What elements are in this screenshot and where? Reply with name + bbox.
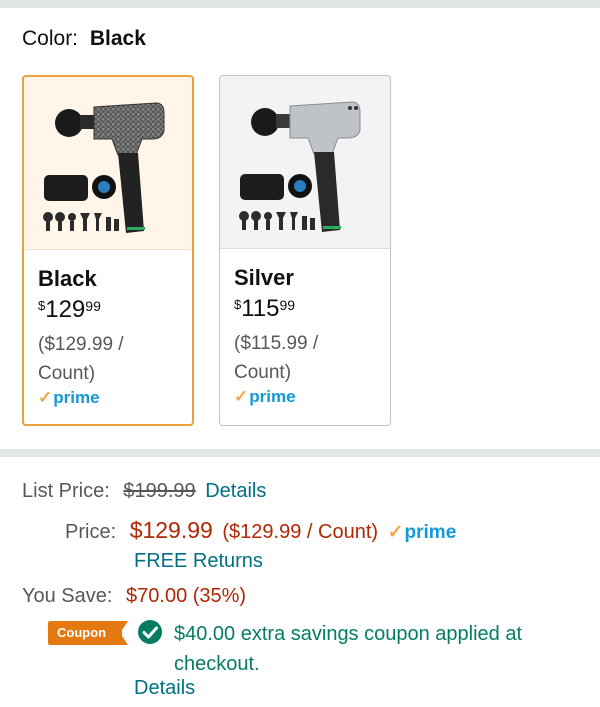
product-image-silver (220, 76, 390, 249)
free-returns-link[interactable]: FREE Returns (134, 550, 263, 573)
unit-price: ($129.99 / Count) (38, 330, 192, 388)
prime-badge: ✓prime (388, 522, 457, 543)
color-label: Color: (22, 27, 79, 50)
top-divider (0, 0, 600, 8)
color-option-silver[interactable]: Silver $11599 ($115.99 / Count) ✓prime (219, 75, 391, 426)
currency-symbol: $ (38, 298, 46, 313)
selected-color-value: Black (89, 27, 146, 50)
currency-symbol: $ (234, 297, 242, 312)
coupon-badge: Coupon (48, 621, 122, 645)
color-option-name: Silver (234, 265, 294, 290)
product-image-black (24, 77, 192, 250)
massage-gun-silver-image (239, 101, 361, 232)
prime-label: prime (53, 388, 100, 407)
prime-check-icon: ✓ (387, 522, 404, 543)
unit-price-line2: Count) (234, 362, 292, 383)
you-save-row: You Save: $70.00 (35%) (22, 585, 246, 608)
check-circle-icon (138, 620, 162, 644)
prime-label: prime (404, 522, 457, 543)
section-divider (0, 449, 600, 457)
price-label: Price: (65, 521, 117, 543)
color-option-black[interactable]: Black $12999 ($129.99 / Count) ✓prime (22, 75, 194, 426)
price-cents: 99 (279, 297, 296, 313)
unit-price: ($115.99 / Count) (234, 329, 390, 387)
price-cents: 99 (85, 298, 101, 314)
coupon-badge-notch (120, 621, 128, 645)
price-value: $129.99 (129, 517, 213, 543)
coupon-message: $40.00 extra savings coupon applied at c… (174, 623, 523, 675)
price-per-unit: ($129.99 / Count) (222, 521, 379, 543)
list-price-details-link[interactable]: Details (205, 480, 266, 502)
color-option-price: $11599 (234, 295, 390, 323)
prime-check-icon: ✓ (38, 388, 53, 407)
prime-badge: ✓prime (38, 388, 192, 408)
color-option-price: $12999 (38, 296, 192, 324)
coupon-details-link[interactable]: Details (134, 677, 195, 700)
price-whole: 115 (241, 295, 280, 322)
you-save-value: $70.00 (35%) (126, 585, 247, 607)
price-row: Price: $129.99 ($129.99 / Count) ✓prime (65, 517, 456, 544)
list-price-row: List Price: $199.99 Details (22, 480, 266, 503)
list-price-label: List Price: (22, 480, 110, 502)
unit-price-line1: ($115.99 / (234, 333, 319, 354)
color-option-name: Black (38, 266, 97, 291)
you-save-label: You Save: (22, 585, 113, 607)
unit-price-line2: Count) (38, 363, 96, 384)
price-whole: 129 (45, 296, 86, 323)
list-price-value: $199.99 (123, 480, 196, 502)
massage-gun-black-image (43, 102, 165, 233)
prime-check-icon: ✓ (234, 387, 249, 406)
unit-price-line1: ($129.99 / (38, 334, 124, 355)
color-label-row: Color: Black (22, 27, 146, 51)
prime-label: prime (249, 387, 296, 406)
prime-badge: ✓prime (234, 387, 390, 407)
